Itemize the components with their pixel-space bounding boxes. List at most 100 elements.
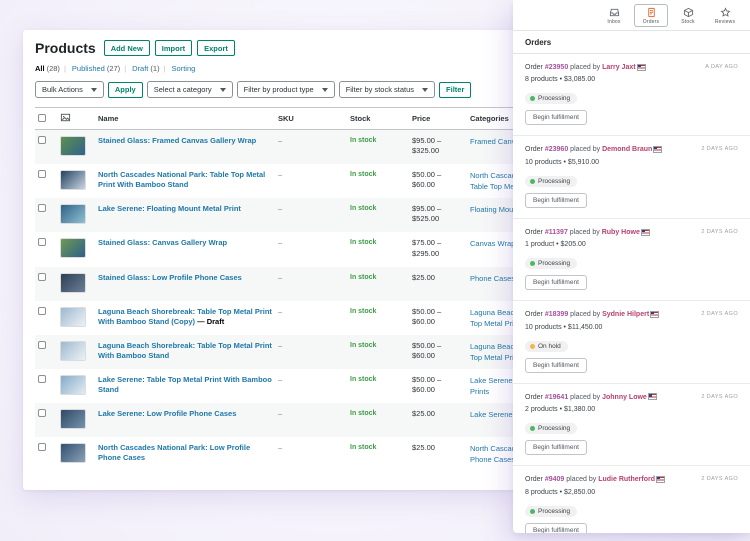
order-number-link[interactable]: #9409 bbox=[545, 476, 564, 483]
stock-status: In stock bbox=[350, 444, 377, 452]
begin-fulfillment-button[interactable]: Begin fulfillment bbox=[525, 357, 587, 373]
sku-value: – bbox=[278, 409, 283, 418]
categories-links[interactable]: Laguna Beach Shorebreak, Table Top Metal… bbox=[470, 342, 518, 362]
tab-reviews[interactable]: Reviews bbox=[708, 4, 742, 27]
order-header-line: Order #23950 placed by Larry Jaxt A DAY … bbox=[525, 63, 738, 72]
column-header-price[interactable]: Price bbox=[409, 107, 467, 130]
row-checkbox[interactable] bbox=[38, 238, 46, 247]
status-dot bbox=[530, 508, 535, 514]
row-checkbox[interactable] bbox=[38, 204, 46, 213]
tab-orders[interactable]: Orders bbox=[634, 4, 668, 27]
view-draft-link[interactable]: Draft bbox=[132, 64, 148, 73]
row-checkbox[interactable] bbox=[38, 136, 46, 144]
chevron-down-icon bbox=[422, 87, 429, 92]
chevron-down-icon bbox=[321, 87, 328, 92]
begin-fulfillment-button[interactable]: Begin fulfillment bbox=[525, 440, 587, 456]
categories-links[interactable]: Phone Cases, Stained Glass bbox=[470, 274, 518, 283]
status-dot bbox=[530, 426, 535, 432]
product-name-link[interactable]: Lake Serene: Table Top Metal Print With … bbox=[98, 375, 272, 394]
product-thumbnail[interactable] bbox=[60, 238, 86, 259]
begin-fulfillment-button[interactable]: Begin fulfillment bbox=[525, 275, 587, 291]
categories-links[interactable]: Floating Mount, Lake Serene bbox=[470, 205, 518, 214]
order-header-line: Order #19641 placed by Johnny Lowe 2 DAY… bbox=[525, 393, 738, 402]
begin-fulfillment-button[interactable]: Begin fulfillment bbox=[525, 110, 587, 126]
bulk-actions-select[interactable]: Bulk Actions bbox=[35, 81, 104, 98]
price-value: $50.00 – $60.00 bbox=[412, 306, 442, 326]
stock-status-select[interactable]: Filter by stock status bbox=[338, 81, 436, 98]
select-all-checkbox[interactable] bbox=[38, 113, 46, 122]
flag-icon bbox=[650, 310, 660, 318]
categories-links[interactable]: Lake Serene, Table Top Metal Prints bbox=[470, 376, 518, 396]
product-name-link[interactable]: Stained Glass: Framed Canvas Gallery Wra… bbox=[98, 136, 256, 145]
customer-link[interactable]: Sydnie Hilpert bbox=[602, 311, 649, 318]
stock-status-value: Filter by stock status bbox=[345, 85, 415, 94]
price-value: $25.00 bbox=[412, 272, 435, 282]
customer-link[interactable]: Ludie Rutherford bbox=[598, 476, 655, 483]
product-thumbnail[interactable] bbox=[60, 443, 86, 464]
product-name-link[interactable]: North Cascades National Park: Table Top … bbox=[98, 170, 265, 189]
product-thumbnail[interactable] bbox=[60, 170, 86, 191]
filter-toolbar: Bulk Actions Apply Select a category Fil… bbox=[35, 81, 518, 98]
column-header-stock: Stock bbox=[347, 107, 409, 130]
categories-links[interactable]: Laguna Beach Shorebreak, Table Top Metal… bbox=[470, 308, 518, 328]
tab-inbox[interactable]: Inbox bbox=[597, 4, 631, 27]
order-number-link[interactable]: #11397 bbox=[545, 229, 568, 236]
add-new-button[interactable]: Add New bbox=[103, 40, 150, 56]
categories-links[interactable]: Canvas Wraps, Stained Glass bbox=[470, 239, 518, 248]
begin-fulfillment-button[interactable]: Begin fulfillment bbox=[525, 192, 587, 208]
customer-link[interactable]: Demond Braun bbox=[602, 146, 652, 153]
product-thumbnail[interactable] bbox=[60, 136, 86, 156]
table-row: Stained Glass: Canvas Gallery Wrap – In … bbox=[35, 232, 518, 266]
order-number-link[interactable]: #23950 bbox=[545, 64, 568, 71]
view-sorting-link[interactable]: Sorting bbox=[172, 64, 196, 73]
import-button[interactable]: Import bbox=[154, 40, 193, 56]
product-thumbnail[interactable] bbox=[60, 204, 86, 225]
order-number-link[interactable]: #23960 bbox=[545, 146, 568, 153]
row-checkbox[interactable] bbox=[38, 272, 46, 281]
row-checkbox[interactable] bbox=[38, 409, 46, 417]
customer-link[interactable]: Ruby Howe bbox=[602, 229, 640, 236]
product-type-select[interactable]: Filter by product type bbox=[236, 81, 335, 98]
product-name-link[interactable]: Lake Serene: Floating Mount Metal Print bbox=[98, 204, 241, 213]
export-button[interactable]: Export bbox=[197, 40, 235, 56]
order-timestamp: 2 DAYS AGO bbox=[701, 146, 738, 153]
row-checkbox[interactable] bbox=[38, 170, 46, 179]
placed-by-text: placed by bbox=[570, 64, 601, 71]
row-checkbox[interactable] bbox=[38, 306, 46, 315]
product-thumbnail[interactable] bbox=[60, 272, 86, 293]
column-header-sku[interactable]: SKU bbox=[275, 107, 347, 130]
table-header-row: Name SKU Stock Price Categories bbox=[35, 107, 518, 130]
order-summary: 1 product • $205.00 bbox=[525, 241, 586, 249]
product-thumbnail[interactable] bbox=[60, 306, 86, 327]
column-header-name[interactable]: Name bbox=[95, 107, 275, 130]
product-name-link[interactable]: Laguna Beach Shorebreak: Table Top Metal… bbox=[98, 341, 272, 360]
reviews-star-icon bbox=[720, 7, 730, 17]
row-checkbox[interactable] bbox=[38, 443, 46, 452]
order-number-link[interactable]: #18399 bbox=[545, 311, 568, 318]
product-thumbnail[interactable] bbox=[60, 374, 86, 395]
categories-links[interactable]: North Cascades National Park, Phone Case… bbox=[470, 444, 518, 464]
product-name-link[interactable]: Stained Glass: Low Profile Phone Cases bbox=[98, 273, 242, 282]
apply-button[interactable]: Apply bbox=[107, 81, 143, 98]
customer-link[interactable]: Johnny Lowe bbox=[602, 394, 647, 401]
begin-fulfillment-button[interactable]: Begin fulfillment bbox=[525, 522, 587, 533]
order-number-link[interactable]: #19641 bbox=[545, 394, 568, 401]
categories-links[interactable]: North Cascades National Park, Table Top … bbox=[470, 171, 518, 191]
filter-button[interactable]: Filter bbox=[439, 81, 472, 98]
view-published-link[interactable]: Published bbox=[72, 64, 105, 73]
categories-links[interactable]: Framed Canvas, Stained Glass bbox=[470, 137, 518, 146]
category-select[interactable]: Select a category bbox=[146, 81, 233, 98]
product-name-link[interactable]: Lake Serene: Low Profile Phone Cases bbox=[98, 409, 236, 418]
customer-link[interactable]: Larry Jaxt bbox=[602, 64, 635, 71]
product-name-link[interactable]: North Cascades National Park: Low Profil… bbox=[98, 443, 250, 462]
view-all-link[interactable]: All bbox=[35, 64, 45, 73]
product-thumbnail[interactable] bbox=[60, 340, 86, 361]
row-checkbox[interactable] bbox=[38, 374, 46, 383]
product-thumbnail[interactable] bbox=[60, 409, 86, 429]
categories-links[interactable]: Lake Serene, Phone Cases bbox=[470, 410, 518, 419]
row-checkbox[interactable] bbox=[38, 340, 46, 349]
product-name-link[interactable]: Laguna Beach Shorebreak: Table Top Metal… bbox=[98, 307, 272, 326]
placed-by-text: placed by bbox=[569, 228, 600, 236]
product-name-link[interactable]: Stained Glass: Canvas Gallery Wrap bbox=[98, 238, 227, 247]
tab-stock[interactable]: Stock bbox=[671, 4, 705, 27]
